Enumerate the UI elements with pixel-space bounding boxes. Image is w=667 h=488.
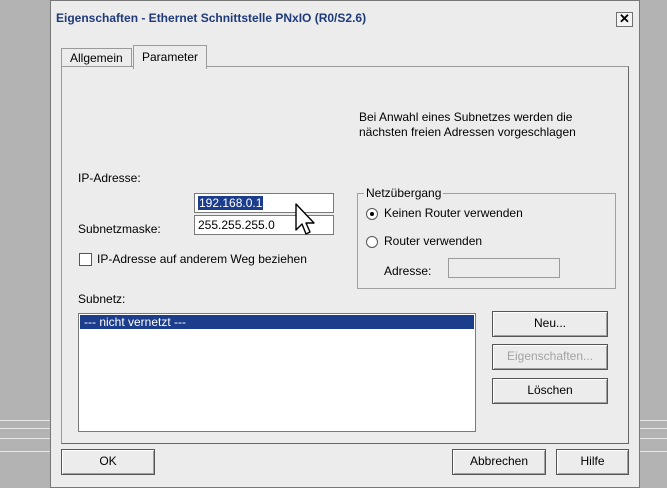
mouse-cursor-icon bbox=[295, 203, 315, 235]
use-router-label: Router verwenden bbox=[384, 234, 483, 248]
subnet-label: Subnetz: bbox=[78, 292, 126, 306]
title-bar: Eigenschaften - Ethernet Schnittstelle P… bbox=[51, 1, 639, 35]
tab-parameter[interactable]: Parameter bbox=[133, 45, 208, 69]
ip-address-label: IP-Adresse: bbox=[78, 171, 141, 185]
tab-allgemein[interactable]: Allgemein bbox=[61, 48, 132, 67]
router-address-label: Adresse: bbox=[384, 264, 432, 278]
no-router-label: Keinen Router verwenden bbox=[384, 206, 523, 220]
subnet-properties-button[interactable]: Eigenschaften... bbox=[492, 344, 608, 370]
gateway-groupbox: Netzübergang Keinen Router verwenden Rou… bbox=[357, 186, 616, 289]
router-address-input[interactable] bbox=[448, 258, 560, 278]
window-title: Eigenschaften - Ethernet Schnittstelle P… bbox=[56, 11, 367, 25]
ip-address-value: 192.168.0.1 bbox=[198, 196, 264, 210]
subnet-listbox[interactable]: --- nicht vernetzt --- bbox=[78, 313, 476, 432]
ip-other-way-checkbox[interactable] bbox=[79, 253, 92, 266]
background-left bbox=[0, 0, 50, 488]
subnet-mask-label: Subnetzmaske: bbox=[78, 222, 161, 236]
gateway-title: Netzübergang bbox=[364, 186, 444, 200]
no-router-radio[interactable] bbox=[366, 208, 378, 220]
ip-other-way-label: IP-Adresse auf anderem Weg beziehen bbox=[97, 252, 307, 266]
parameter-panel: Bei Anwahl eines Subnetzes werden die nä… bbox=[61, 66, 629, 444]
new-subnet-button[interactable]: Neu... bbox=[492, 311, 608, 337]
subnet-hint-text: Bei Anwahl eines Subnetzes werden die nä… bbox=[359, 110, 576, 139]
delete-subnet-button[interactable]: Löschen bbox=[492, 378, 608, 404]
background-right bbox=[640, 0, 667, 488]
list-item[interactable]: --- nicht vernetzt --- bbox=[80, 315, 474, 329]
background-left-lines bbox=[0, 420, 50, 452]
background-right-lines bbox=[640, 420, 667, 452]
ok-button[interactable]: OK bbox=[61, 449, 155, 475]
cancel-button[interactable]: Abbrechen bbox=[452, 449, 546, 475]
help-button[interactable]: Hilfe bbox=[556, 449, 629, 475]
use-router-radio[interactable] bbox=[366, 236, 378, 248]
properties-dialog: Eigenschaften - Ethernet Schnittstelle P… bbox=[50, 0, 640, 488]
close-button[interactable]: ✕ bbox=[616, 12, 633, 27]
subnet-mask-value: 255.255.255.0 bbox=[198, 218, 275, 232]
